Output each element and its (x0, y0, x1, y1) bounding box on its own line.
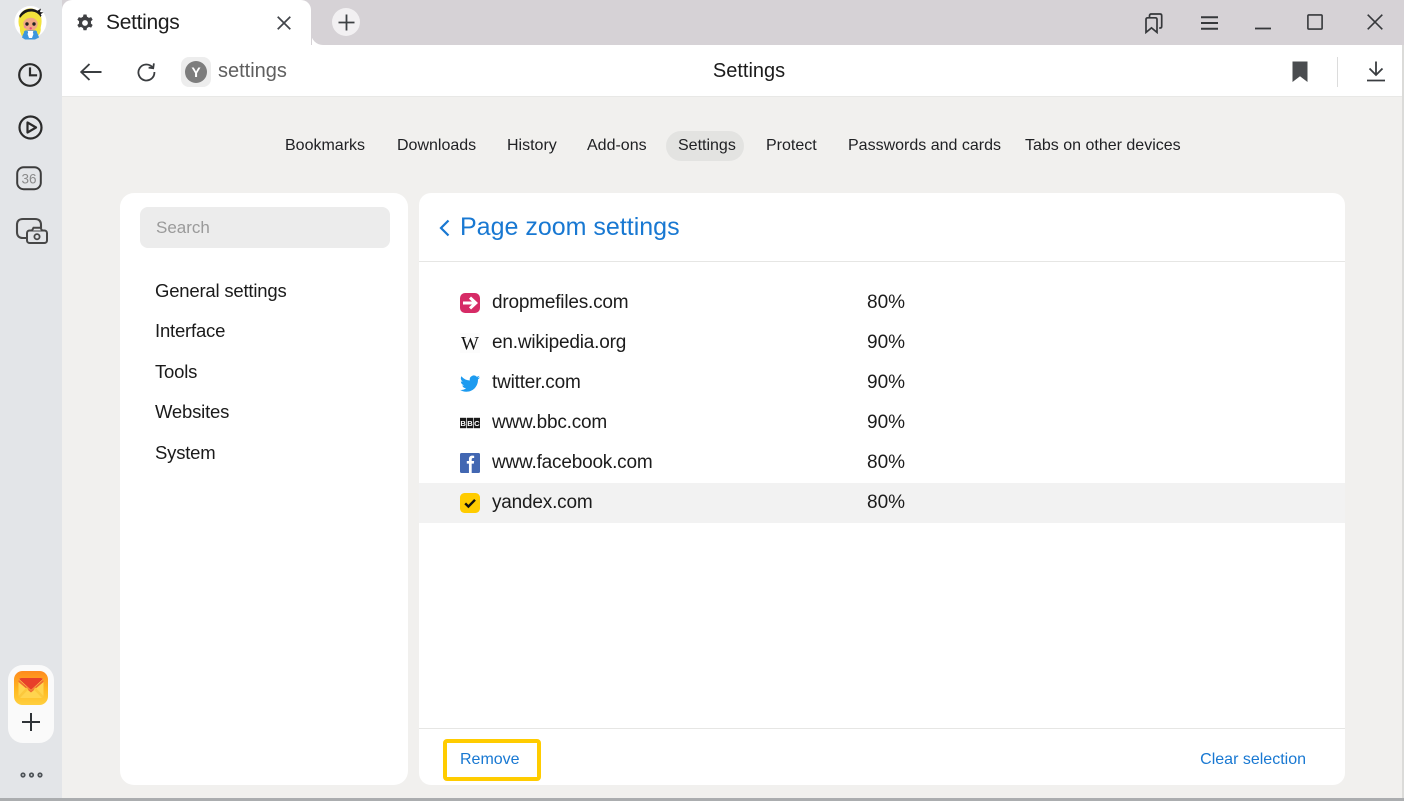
svg-text:36: 36 (21, 172, 36, 187)
svg-text:B: B (460, 419, 466, 428)
svg-text:W: W (461, 334, 479, 354)
svg-text:C: C (474, 419, 480, 428)
svg-text:B: B (467, 419, 473, 428)
